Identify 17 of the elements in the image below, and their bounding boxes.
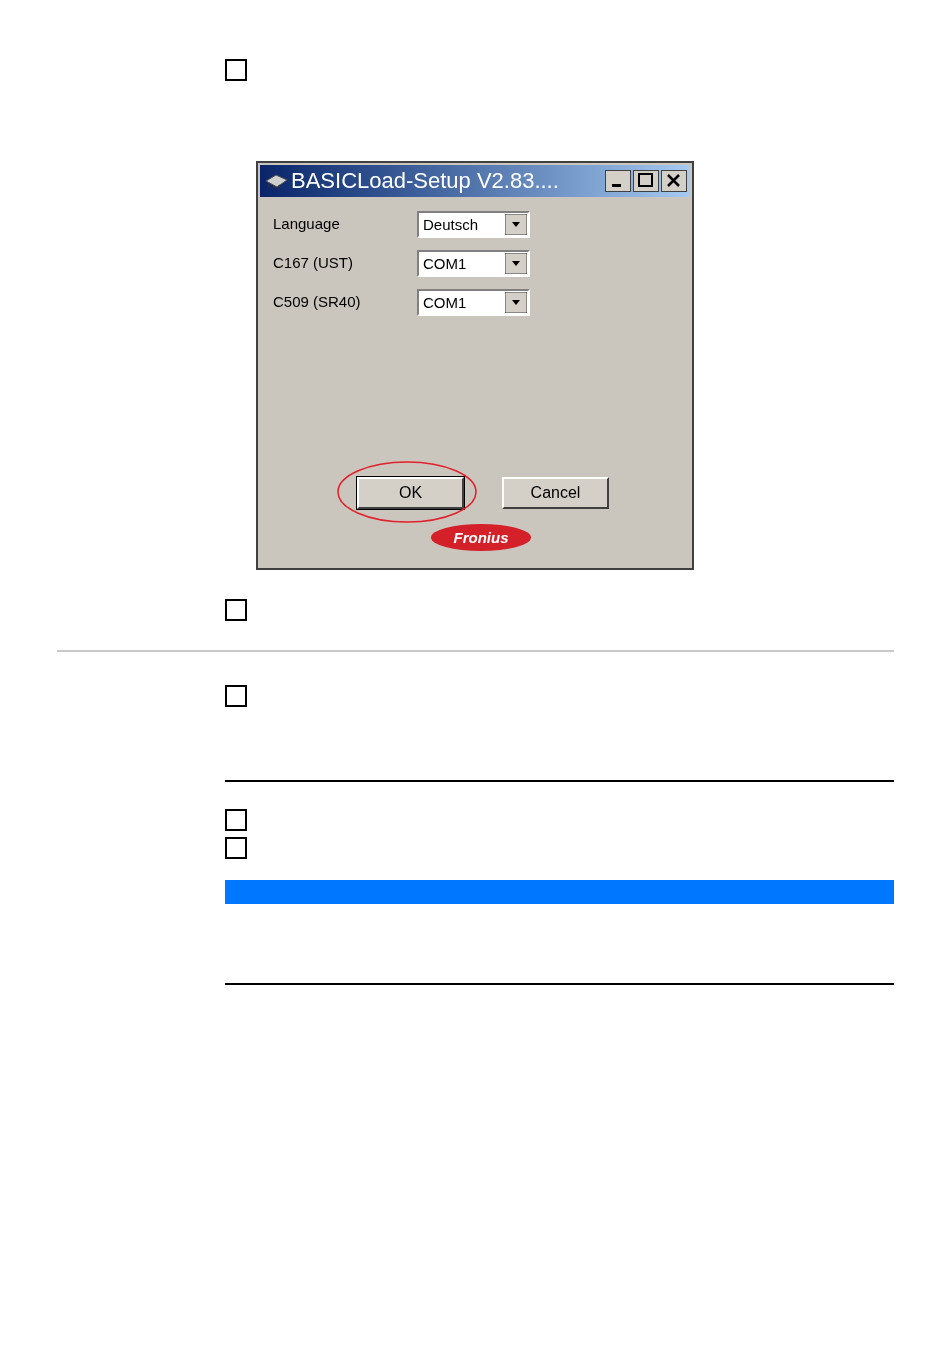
dropdown-arrow-icon (505, 253, 527, 274)
field-label: C167 (UST) (273, 253, 355, 274)
dropdown-arrow-icon (505, 214, 527, 235)
dialog-button[interactable]: OK (357, 477, 464, 509)
brand-logo: Fronius (431, 524, 531, 551)
field-label: C509 (SR40) (273, 292, 362, 313)
dropdown[interactable]: COM1 (417, 289, 530, 316)
close-icon[interactable] (661, 170, 687, 192)
dropdown[interactable]: Deutsch (417, 211, 530, 238)
minimize-icon[interactable] (605, 170, 631, 192)
maximize-icon[interactable] (633, 170, 659, 192)
dropdown-arrow-icon (505, 292, 527, 313)
field-label: Language (273, 214, 341, 235)
window-title: BASICLoad-Setup V2.83.... (291, 170, 560, 192)
dialog-button[interactable]: Cancel (502, 477, 609, 509)
dropdown[interactable]: COM1 (417, 250, 530, 277)
chip-icon (263, 172, 289, 190)
